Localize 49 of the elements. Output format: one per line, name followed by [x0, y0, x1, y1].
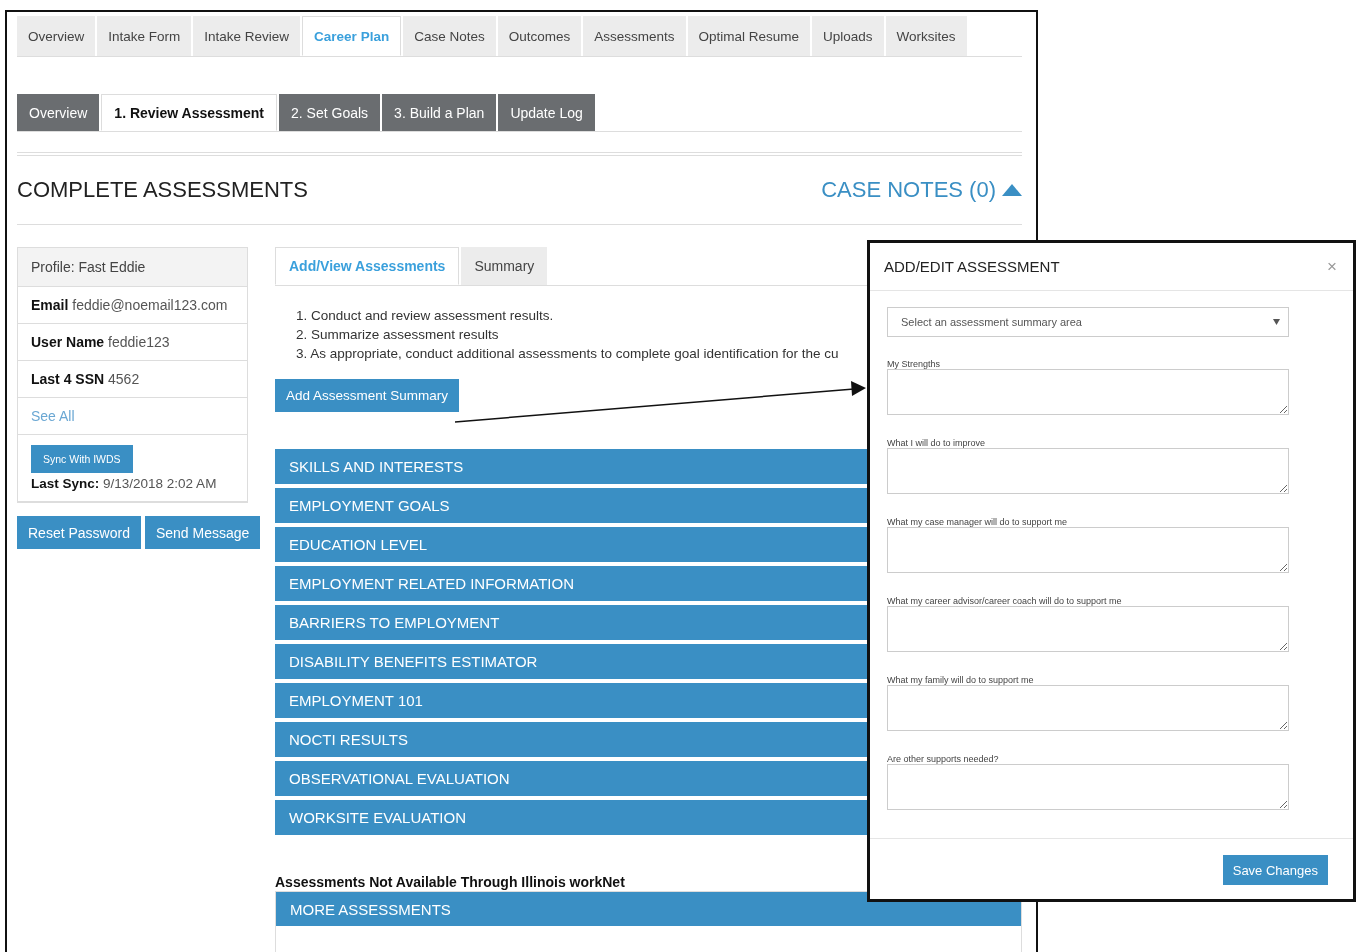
dropdown-caret-icon: [1273, 319, 1280, 325]
field-label: My Strengths: [887, 359, 942, 369]
nav-tab[interactable]: Assessments: [583, 16, 686, 56]
profile-action-button[interactable]: Send Message: [144, 516, 261, 549]
text-area[interactable]: [887, 527, 1289, 573]
nav-tab[interactable]: Outcomes: [497, 16, 582, 56]
last-sync-text: Last Sync: 9/13/2018 2:02 AM: [31, 476, 218, 491]
close-button[interactable]: ×: [1327, 256, 1337, 277]
sync-button[interactable]: Sync With IWDS: [31, 445, 133, 473]
summary-area-select[interactable]: Select an assessment summary area: [887, 307, 1289, 337]
nav-tab[interactable]: Intake Form: [97, 16, 192, 56]
text-area[interactable]: [887, 606, 1289, 652]
profile-field: Email feddie@noemail123.com: [18, 287, 247, 324]
see-all-link[interactable]: See All: [31, 408, 75, 424]
step-tab[interactable]: 1. Review Assessment: [101, 94, 278, 131]
step-tab[interactable]: 3. Build a Plan: [382, 94, 497, 131]
field-label: What I will do to improve: [887, 438, 987, 448]
assessment-tab[interactable]: Add/View Assessments: [275, 247, 460, 285]
section-title: COMPLETE ASSESSMENTS: [17, 177, 308, 203]
nav-tab[interactable]: Career Plan: [302, 16, 402, 56]
case-notes-link[interactable]: CASE NOTES (0): [821, 177, 996, 203]
nav-tab[interactable]: Uploads: [812, 16, 884, 56]
text-area[interactable]: [887, 369, 1289, 415]
nav-tab[interactable]: Optimal Resume: [687, 16, 811, 56]
nav-tab[interactable]: Worksites: [885, 16, 967, 56]
dialog-title: ADD/EDIT ASSESSMENT: [884, 258, 1060, 275]
step-tab[interactable]: Update Log: [498, 94, 595, 131]
profile-action-button[interactable]: Reset Password: [17, 516, 141, 549]
add-summary-button[interactable]: Add Assessment Summary: [275, 379, 460, 412]
more-assessments-heading: Assessments Not Available Through Illinois workNet: [275, 874, 626, 890]
profile-title: Profile: Fast Eddie: [18, 248, 247, 287]
more-assessments-bar[interactable]: MORE ASSESSMENTS: [276, 892, 1021, 926]
profile-field: Last 4 SSN 4562: [18, 361, 247, 398]
text-area[interactable]: [887, 685, 1289, 731]
text-area[interactable]: [887, 448, 1289, 494]
step-tab[interactable]: 2. Set Goals: [279, 94, 381, 131]
instruction-step: 2. Summarize assessment results: [296, 325, 499, 344]
caret-up-icon[interactable]: [1002, 184, 1022, 196]
save-button[interactable]: Save Changes: [1222, 855, 1328, 885]
nav-tab[interactable]: Overview: [17, 16, 96, 56]
field-label: Are other supports needed?: [887, 754, 1000, 764]
nav-tab[interactable]: Case Notes: [403, 16, 496, 56]
profile-field: User Name feddie123: [18, 324, 247, 361]
instruction-step: 1. Conduct and review assessment results.: [296, 306, 554, 325]
assessment-tab[interactable]: Summary: [461, 247, 548, 285]
nav-tab[interactable]: Intake Review: [193, 16, 301, 56]
step-tab[interactable]: Overview: [17, 94, 100, 131]
instruction-step: 3. As appropriate, conduct additional assessments to complete goal identification for the cu: [296, 344, 839, 363]
text-area[interactable]: [887, 764, 1289, 810]
